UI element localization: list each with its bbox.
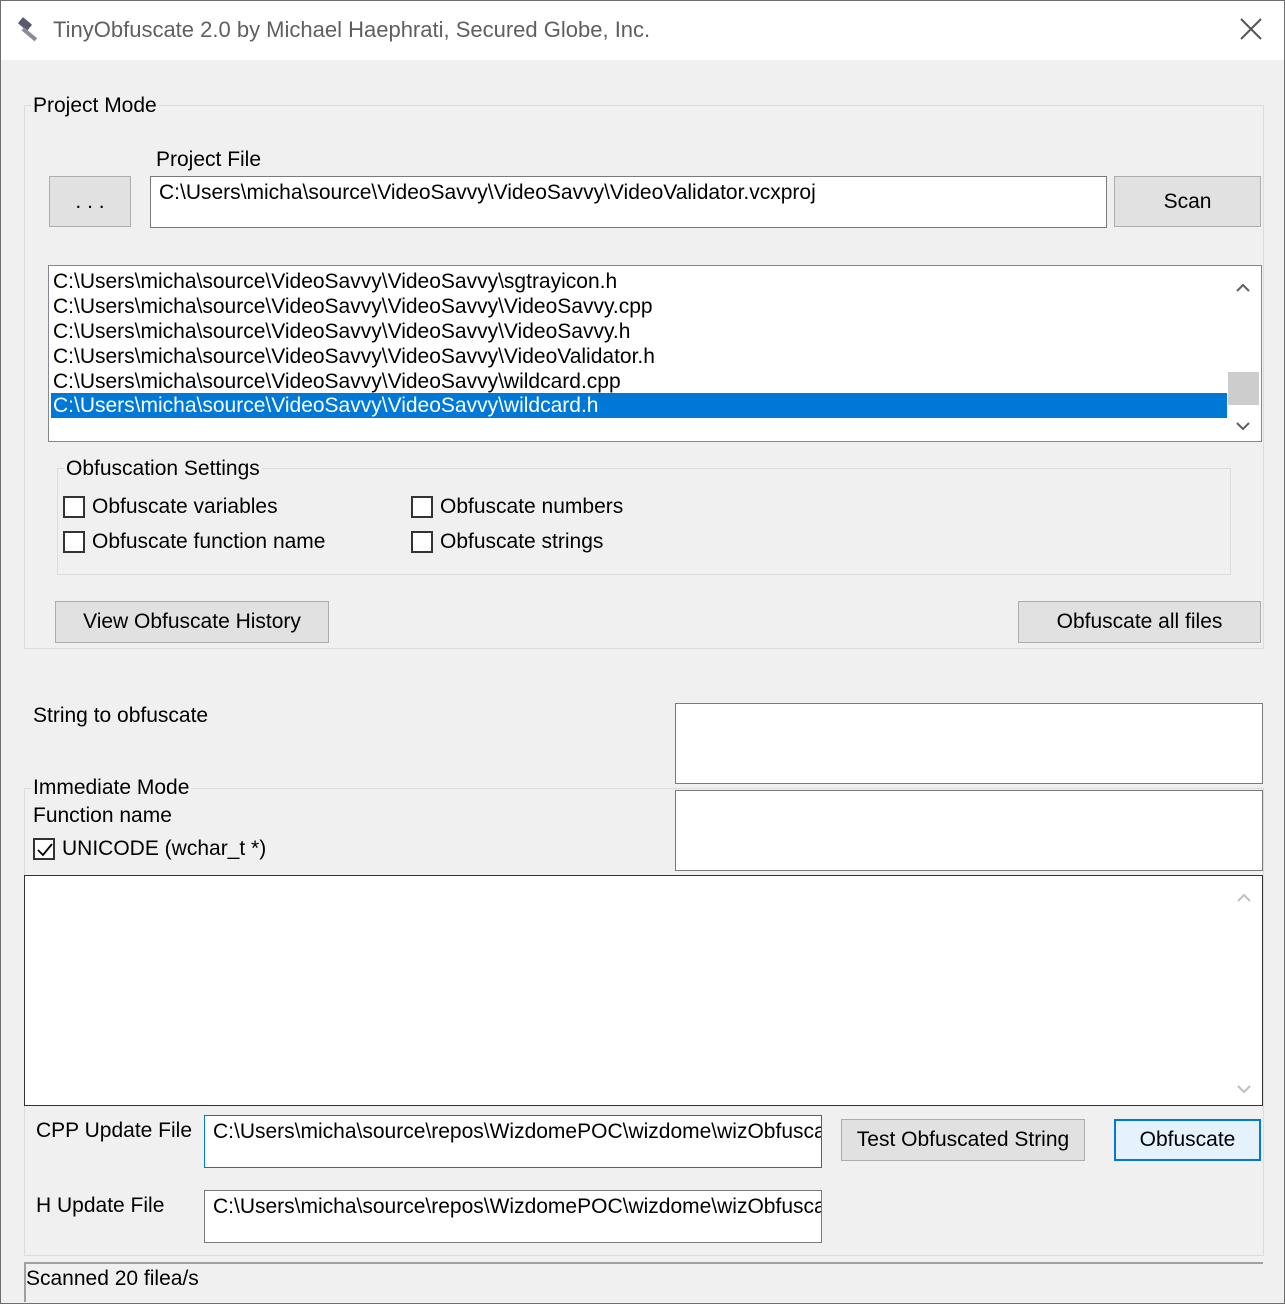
- checkbox-box[interactable]: [63, 496, 85, 518]
- list-item[interactable]: C:\Users\micha\source\VideoSavvy\VideoSa…: [51, 369, 1229, 394]
- checkbox-box[interactable]: [411, 531, 433, 553]
- view-history-button[interactable]: View Obfuscate History: [55, 601, 329, 643]
- chevron-up-icon[interactable]: [1236, 888, 1252, 904]
- output-textarea[interactable]: [24, 875, 1263, 1106]
- h-update-field[interactable]: C:\Users\micha\source\repos\WizdomePOC\w…: [204, 1190, 822, 1243]
- obfuscation-settings-group: [57, 468, 1231, 575]
- chevron-down-icon[interactable]: [1236, 1079, 1252, 1095]
- chevron-down-icon[interactable]: [1235, 416, 1251, 432]
- close-icon[interactable]: [1235, 13, 1267, 45]
- title-bar[interactable]: TinyObfuscate 2.0 by Michael Haephrati, …: [1, 1, 1284, 60]
- window-title: TinyObfuscate 2.0 by Michael Haephrati, …: [53, 17, 651, 42]
- h-update-label: H Update File: [36, 1194, 165, 1217]
- obfuscate-button[interactable]: Obfuscate: [1114, 1119, 1261, 1161]
- project-mode-label: Project Mode: [31, 94, 159, 118]
- obfuscate-all-button[interactable]: Obfuscate all files: [1018, 601, 1261, 643]
- checkbox-label: Obfuscate strings: [440, 530, 604, 553]
- function-name-field[interactable]: [675, 790, 1263, 871]
- scrollbar-thumb[interactable]: [1228, 372, 1259, 405]
- cpp-update-label: CPP Update File: [36, 1119, 193, 1142]
- obfuscate-function-name-checkbox[interactable]: Obfuscate function name: [63, 530, 325, 554]
- obfuscate-variables-checkbox[interactable]: Obfuscate variables: [63, 495, 278, 519]
- string-to-obfuscate-field[interactable]: [675, 703, 1263, 784]
- browse-button[interactable]: . . .: [49, 176, 131, 227]
- checkmark-icon: [37, 843, 53, 857]
- list-item[interactable]: C:\Users\micha\source\VideoSavvy\VideoSa…: [51, 319, 1229, 344]
- file-list[interactable]: C:\Users\micha\source\VideoSavvy\VideoSa…: [48, 265, 1262, 442]
- obfuscate-numbers-checkbox[interactable]: Obfuscate numbers: [411, 495, 623, 519]
- status-bar: Scanned 20 filea/s: [24, 1262, 1263, 1302]
- cpp-update-value: C:\Users\micha\source\repos\WizdomePOC\w…: [213, 1120, 822, 1143]
- project-file-label: Project File: [156, 148, 262, 171]
- checkbox-label: Obfuscate function name: [92, 530, 326, 553]
- project-file-field[interactable]: C:\Users\micha\source\VideoSavvy\VideoSa…: [150, 176, 1107, 228]
- checkbox-label: Obfuscate numbers: [440, 495, 624, 518]
- list-item[interactable]: C:\Users\micha\source\VideoSavvy\VideoSa…: [51, 344, 1229, 369]
- hammer-icon: [15, 15, 45, 45]
- checkbox-label: Obfuscate variables: [92, 495, 278, 518]
- checkbox-box[interactable]: [63, 531, 85, 553]
- test-obfuscated-string-button[interactable]: Test Obfuscated String: [841, 1119, 1085, 1161]
- obfuscation-settings-label: Obfuscation Settings: [64, 457, 262, 481]
- obfuscate-strings-checkbox[interactable]: Obfuscate strings: [411, 530, 603, 554]
- string-to-obfuscate-label: String to obfuscate: [33, 704, 209, 727]
- h-update-value: C:\Users\micha\source\repos\WizdomePOC\w…: [213, 1195, 822, 1218]
- chevron-up-icon[interactable]: [1235, 278, 1251, 294]
- checkbox-box[interactable]: [411, 496, 433, 518]
- status-text: Scanned 20 filea/s: [26, 1267, 199, 1290]
- scan-button[interactable]: Scan: [1114, 176, 1261, 227]
- file-list-scrollbar[interactable]: [1227, 266, 1261, 441]
- checkbox-box[interactable]: [33, 838, 55, 860]
- checkbox-label: UNICODE (wchar_t *): [62, 837, 267, 860]
- app-window: TinyObfuscate 2.0 by Michael Haephrati, …: [0, 0, 1285, 1304]
- list-item[interactable]: C:\Users\micha\source\VideoSavvy\VideoSa…: [51, 269, 1229, 294]
- function-name-label: Function name: [33, 804, 172, 827]
- immediate-mode-label: Immediate Mode: [31, 776, 192, 800]
- output-scrollbar[interactable]: [1228, 876, 1262, 1105]
- list-item[interactable]: C:\Users\micha\source\VideoSavvy\VideoSa…: [51, 294, 1229, 319]
- unicode-checkbox[interactable]: UNICODE (wchar_t *): [33, 837, 266, 861]
- cpp-update-field[interactable]: C:\Users\micha\source\repos\WizdomePOC\w…: [204, 1115, 822, 1168]
- list-item-selected[interactable]: C:\Users\micha\source\VideoSavvy\VideoSa…: [51, 393, 1229, 418]
